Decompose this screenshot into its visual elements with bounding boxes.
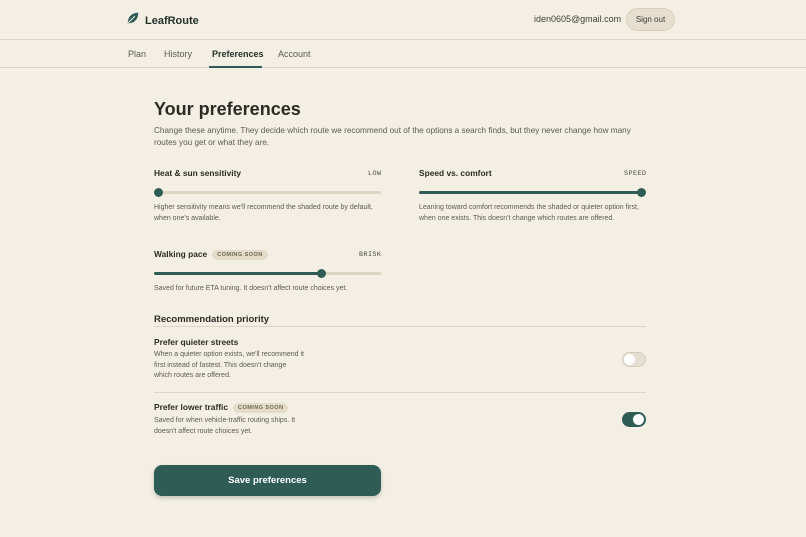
heat-sensitivity-help: Higher sensitivity means we'll recommend…: [154, 204, 373, 222]
tab-preferences[interactable]: Preferences: [212, 49, 264, 59]
tab-account[interactable]: Account: [278, 49, 311, 59]
tab-history[interactable]: History: [164, 49, 192, 59]
top-bar: LeafRoute iden0605@gmail.com Sign out: [0, 0, 806, 40]
coming-soon-badge: COMING SOON: [212, 249, 268, 260]
lower-traffic-label: Prefer lower traffic COMING SOON: [154, 402, 289, 413]
app-name: LeafRoute: [145, 14, 199, 27]
quieter-streets-description: When a quieter option exists, we'll reco…: [154, 351, 304, 379]
sign-out-button[interactable]: Sign out: [626, 8, 675, 31]
slider-fill: [154, 272, 322, 275]
priority-section-title: Recommendation priority: [154, 314, 270, 325]
lower-traffic-text: Prefer lower traffic: [154, 402, 229, 412]
lower-traffic-description: Saved for when vehicle-traffic routing s…: [154, 417, 296, 435]
speed-comfort-value: SPEED: [624, 170, 647, 178]
toggle-knob: [624, 354, 635, 365]
walking-pace-text: Walking pace: [154, 249, 208, 259]
walking-pace-help: Saved for future ETA tuning. It doesn't …: [154, 285, 348, 292]
main-nav: Plan History Preferences Account: [0, 40, 806, 68]
speed-comfort-label: Speed vs. comfort: [419, 168, 492, 178]
tab-plan[interactable]: Plan: [128, 49, 146, 59]
slider-thumb[interactable]: [153, 188, 163, 197]
coming-soon-badge: COMING SOON: [233, 402, 289, 413]
slider-thumb[interactable]: [636, 188, 646, 197]
slider-thumb[interactable]: [317, 269, 327, 278]
slider-fill: [419, 191, 641, 194]
walking-pace-label: Walking pace COMING SOON: [154, 249, 268, 260]
quieter-streets-label: Prefer quieter streets: [154, 337, 239, 347]
heat-sensitivity-label: Heat & sun sensitivity: [154, 168, 242, 178]
quieter-streets-toggle[interactable]: [622, 352, 646, 367]
page-title: Your preferences: [154, 99, 301, 119]
speed-comfort-slider[interactable]: [419, 188, 646, 197]
active-tab-indicator: [209, 66, 262, 68]
walking-pace-value: BRISK: [359, 251, 382, 259]
leaf-icon: [126, 11, 140, 30]
user-email: iden0605@gmail.com: [534, 14, 622, 24]
save-preferences-button[interactable]: Save preferences: [154, 465, 381, 496]
heat-sensitivity-slider[interactable]: [153, 188, 381, 197]
heat-sensitivity-value: LOW: [368, 170, 382, 178]
lower-traffic-toggle[interactable]: [622, 412, 646, 427]
page-intro: Change these anytime. They decide which …: [154, 126, 631, 147]
row-divider: [154, 392, 646, 393]
toggle-knob: [633, 414, 644, 425]
brand[interactable]: LeafRoute: [126, 11, 199, 30]
walking-pace-slider[interactable]: [154, 269, 381, 278]
speed-comfort-help: Leaning toward comfort recommends the sh…: [419, 204, 639, 222]
section-divider: [154, 326, 646, 327]
